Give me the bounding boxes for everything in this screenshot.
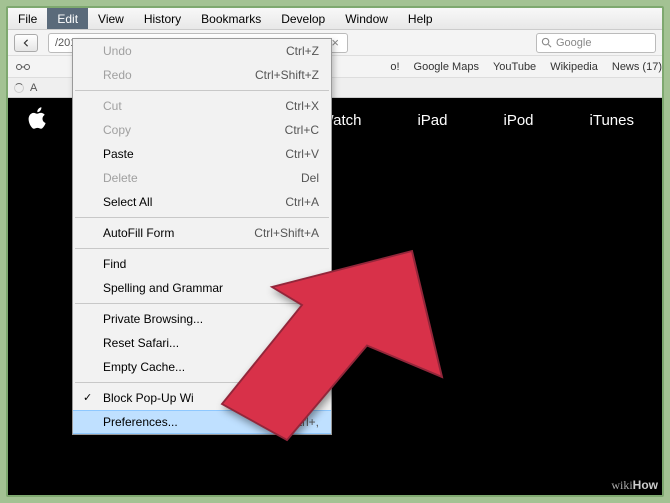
menu-item-shortcut: Ctrl+Shift+A [254, 225, 319, 241]
tab-label[interactable]: A [30, 82, 37, 94]
menu-bookmarks[interactable]: Bookmarks [191, 8, 271, 29]
menu-item: CopyCtrl+C [73, 118, 331, 142]
reading-list-icon[interactable] [14, 62, 32, 72]
annotation-arrow [212, 242, 472, 447]
menu-item-shortcut: Ctrl+A [285, 194, 319, 210]
apple-nav-item[interactable]: iPod [504, 112, 534, 129]
menu-item-label: AutoFill Form [103, 225, 254, 241]
check-icon: ✓ [83, 390, 92, 406]
menu-item-label: Select All [103, 194, 285, 210]
menu-item-shortcut: Del [301, 170, 319, 186]
menu-item[interactable]: Select AllCtrl+A [73, 190, 331, 214]
back-icon [22, 39, 30, 47]
menu-item-label: Copy [103, 122, 285, 138]
menu-item-shortcut: Ctrl+C [285, 122, 319, 138]
search-icon [541, 37, 552, 48]
loading-spinner-icon [14, 83, 24, 93]
menu-item-label: Cut [103, 98, 285, 114]
menu-item-label: Redo [103, 67, 255, 83]
bookmark-item[interactable]: Wikipedia [550, 61, 598, 73]
menu-item: DeleteDel [73, 166, 331, 190]
menu-history[interactable]: History [134, 8, 191, 29]
bookmark-item[interactable]: Google Maps [414, 61, 479, 73]
menu-item: CutCtrl+X [73, 94, 331, 118]
menu-edit[interactable]: Edit [47, 8, 88, 29]
menu-view[interactable]: View [88, 8, 134, 29]
menu-item-shortcut: Ctrl+Z [286, 43, 319, 59]
menu-item-shortcut: Ctrl+Shift+Z [255, 67, 319, 83]
search-bar[interactable]: Google [536, 33, 656, 53]
menu-item-shortcut: Ctrl+V [285, 146, 319, 162]
menu-item-label: Delete [103, 170, 301, 186]
apple-logo-icon[interactable] [28, 106, 48, 134]
menu-help[interactable]: Help [398, 8, 443, 29]
bookmark-item[interactable]: o! [390, 61, 399, 73]
menu-item-shortcut: Ctrl+X [285, 98, 319, 114]
menu-separator [75, 90, 329, 91]
menu-item: UndoCtrl+Z [73, 39, 331, 63]
menu-item: RedoCtrl+Shift+Z [73, 63, 331, 87]
menu-item-label: Undo [103, 43, 286, 59]
bookmark-item[interactable]: News (17) [612, 61, 662, 73]
menu-develop[interactable]: Develop [271, 8, 335, 29]
apple-nav-item[interactable]: iTunes [590, 112, 634, 129]
menu-separator [75, 217, 329, 218]
menubar: FileEditViewHistoryBookmarksDevelopWindo… [8, 8, 662, 30]
menu-window[interactable]: Window [335, 8, 398, 29]
search-placeholder: Google [556, 37, 591, 49]
apple-nav-item[interactable]: iPad [417, 112, 447, 129]
back-button[interactable] [14, 34, 38, 52]
menu-item-label: Paste [103, 146, 285, 162]
bookmark-item[interactable]: YouTube [493, 61, 536, 73]
menu-file[interactable]: File [8, 8, 47, 29]
menu-item[interactable]: PasteCtrl+V [73, 142, 331, 166]
watermark: wikiHow [611, 478, 658, 493]
